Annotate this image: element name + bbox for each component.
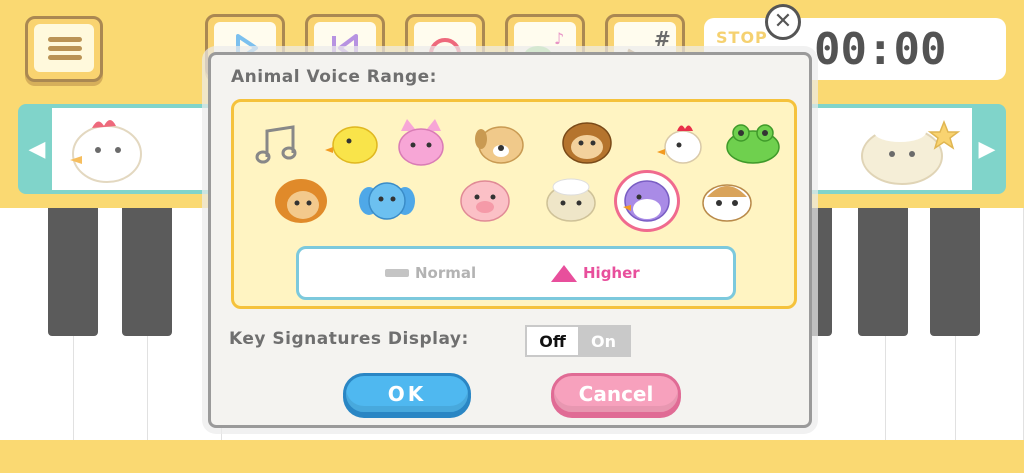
animal-elephant[interactable] <box>356 174 418 228</box>
animal-sheep[interactable] <box>540 174 602 228</box>
lion-icon <box>275 179 327 223</box>
cancel-button[interactable]: Cancel <box>551 373 681 415</box>
animal-chick[interactable] <box>322 116 384 170</box>
animal-voice-range-heading: Animal Voice Range: <box>231 67 437 87</box>
animal-pig[interactable] <box>454 174 516 228</box>
animal-chicken[interactable] <box>650 116 712 170</box>
range-higher-label: Higher <box>583 264 640 282</box>
animal-monkey[interactable] <box>556 116 618 170</box>
animal-cat[interactable] <box>390 116 452 170</box>
ok-button[interactable]: OK <box>343 373 471 415</box>
animal-music-note[interactable] <box>248 116 310 170</box>
range-normal-label: Normal <box>415 264 477 282</box>
animal-frog[interactable] <box>722 116 784 170</box>
animal-hamster[interactable] <box>696 174 758 228</box>
range-normal-option[interactable]: Normal <box>385 264 476 282</box>
frog-icon <box>726 124 780 164</box>
normal-bar-icon <box>385 269 409 277</box>
animal-voice-range-panel: Normal Higher <box>231 99 797 309</box>
animal-dog[interactable] <box>470 116 532 170</box>
music-note-icon <box>255 125 297 164</box>
pig-icon <box>460 180 510 222</box>
toggle-on-option[interactable]: On <box>578 327 629 355</box>
animal-penguin[interactable] <box>614 170 680 232</box>
voice-range-selector: Normal Higher <box>296 246 736 300</box>
settings-dialog: Animal Voice Range: Normal Higher Key Si… <box>208 52 812 428</box>
key-signatures-label: Key Signatures Display: <box>229 329 469 349</box>
higher-triangle-icon <box>551 264 577 282</box>
range-higher-option[interactable]: Higher <box>551 264 640 282</box>
monkey-icon <box>562 122 612 164</box>
cat-icon <box>398 119 444 166</box>
dog-icon <box>475 126 524 164</box>
chicken-face-icon <box>657 125 702 164</box>
sheep-face-icon <box>546 178 596 222</box>
chick-icon <box>325 126 378 164</box>
penguin-icon <box>623 180 670 222</box>
toggle-off-option[interactable]: Off <box>527 327 578 355</box>
key-signatures-toggle[interactable]: Off On <box>525 325 631 357</box>
animal-lion[interactable] <box>270 174 332 228</box>
hamster-icon <box>702 184 752 222</box>
elephant-icon <box>359 182 415 220</box>
close-icon[interactable]: ✕ <box>765 4 801 40</box>
